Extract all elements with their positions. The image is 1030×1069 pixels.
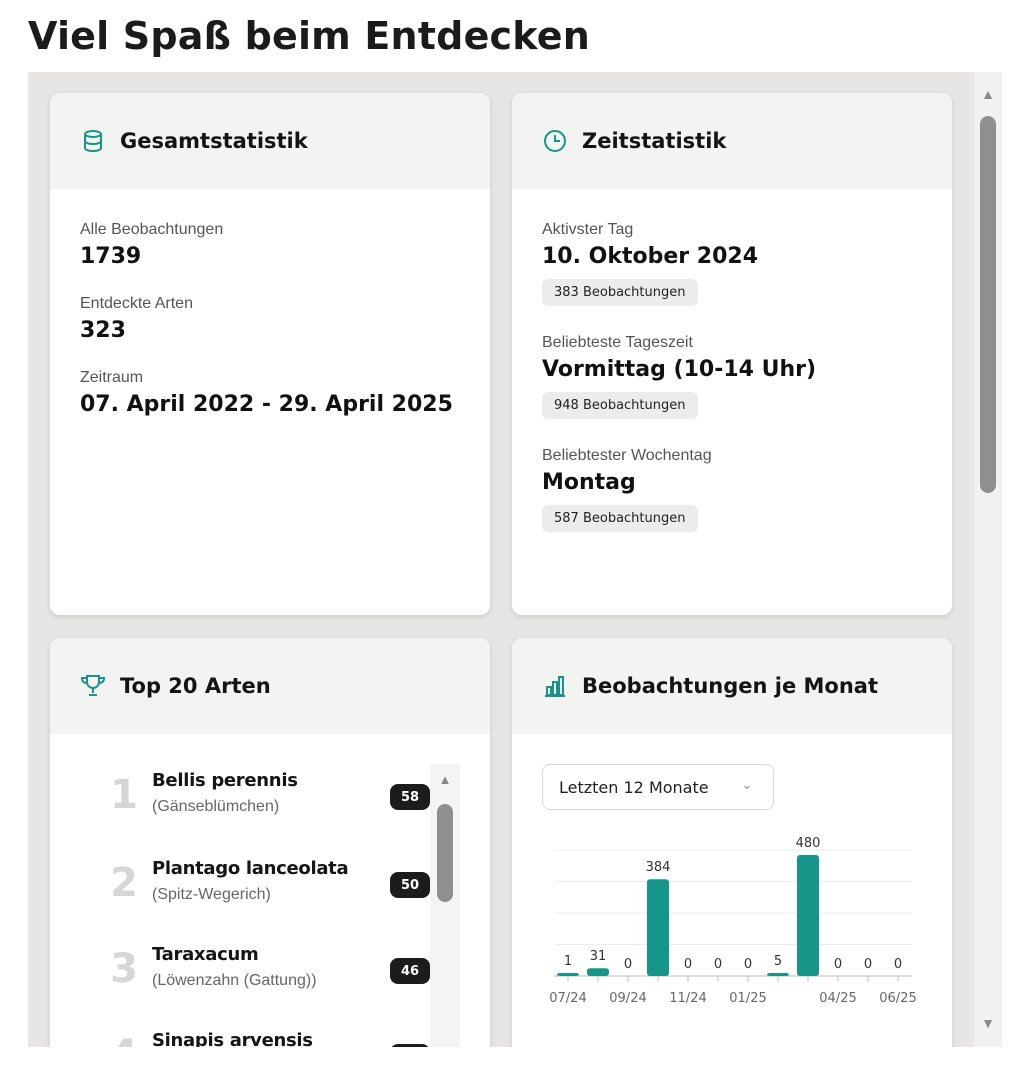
bar-07/24 — [557, 973, 579, 976]
rank-number: 2 — [110, 860, 138, 906]
species-common-name: (Löwenzahn (Gattung)) — [152, 972, 317, 989]
monthly-observations-header: Beobachtungen je Monat — [512, 638, 952, 734]
scrollbar-thumb[interactable] — [437, 804, 453, 902]
monthly-bar-chart: 1 07/24 31 0 09/24 384 0 11/24 0 0 01/25 5 480 0 04/25… — [549, 836, 916, 1006]
rank-number: 1 — [110, 772, 138, 818]
x-tick-label-01/25: 01/25 — [729, 991, 766, 1006]
scroll-down-arrow-icon[interactable]: ▼ — [974, 1013, 1002, 1033]
x-tick-label-11/24: 11/24 — [669, 991, 706, 1006]
x-tick-label-04/25: 04/25 — [819, 991, 856, 1006]
period-value: 07. April 2022 - 29. April 2025 — [80, 392, 453, 417]
trophy-icon — [80, 673, 106, 699]
species-scientific-name: Bellis perennis — [152, 770, 298, 791]
data-label-08/24: 31 — [590, 949, 607, 964]
x-tick-label-07/24: 07/24 — [549, 991, 586, 1006]
overall-stats-title: Gesamtstatistik — [120, 129, 308, 153]
period-select[interactable]: Letzten 12 Monate ⌄ — [542, 764, 774, 810]
top-species-scrollbar[interactable]: ▲ — [430, 764, 460, 1047]
data-label-07/24: 1 — [564, 954, 572, 969]
species-scientific-name: Plantago lanceolata — [152, 858, 349, 879]
data-label-09/24: 0 — [624, 957, 632, 972]
species-common-name: (Gänseblümchen) — [152, 798, 280, 815]
daytime-value: Vormittag (10-14 Uhr) — [542, 357, 817, 382]
x-tick-label-06/25: 06/25 — [879, 991, 916, 1006]
active-day-count: 383 Beobachtungen — [542, 279, 698, 306]
database-icon — [80, 128, 106, 154]
data-label-05/25: 0 — [864, 957, 872, 972]
period-select-value: Letzten 12 Monate — [559, 777, 709, 797]
bar-10/24 — [647, 879, 669, 976]
data-label-02/25: 5 — [774, 954, 782, 969]
x-tick-label-09/24: 09/24 — [609, 991, 646, 1006]
monthly-observations-title: Beobachtungen je Monat — [582, 674, 878, 698]
list-item[interactable]: 4 Sinapis arvensis — [50, 1024, 430, 1047]
bar-chart-icon — [542, 673, 568, 699]
top-species-list[interactable]: 1 Bellis perennis (Gänseblümchen) 58 2 P… — [50, 734, 490, 1047]
data-label-06/25: 0 — [894, 957, 902, 972]
list-item[interactable]: 3 Taraxacum (Löwenzahn (Gattung)) 46 — [50, 938, 430, 1024]
rank-number: 4 — [104, 1032, 144, 1047]
daytime-count: 948 Beobachtungen — [542, 392, 698, 419]
overall-stats-card: Gesamtstatistik Alle Beobachtungen 1739 … — [50, 93, 490, 615]
data-label-01/25: 0 — [744, 957, 752, 972]
top-species-header: Top 20 Arten — [50, 638, 490, 734]
overall-stats-header: Gesamtstatistik — [50, 93, 490, 189]
species-common-name: (Spitz-Wegerich) — [152, 886, 271, 903]
active-day-value: 10. Oktober 2024 — [542, 244, 759, 269]
data-label-03/25: 480 — [796, 836, 821, 851]
statistics-panel[interactable]: Gesamtstatistik Alle Beobachtungen 1739 … — [28, 72, 974, 1047]
weekday-value: Montag — [542, 470, 636, 495]
list-item[interactable]: 1 Bellis perennis (Gänseblümchen) 58 — [50, 764, 430, 850]
species-count-badge: 46 — [390, 958, 430, 984]
scroll-up-arrow-icon[interactable]: ▲ — [974, 84, 1002, 104]
species-count-badge: 50 — [390, 872, 430, 898]
chevron-down-icon: ⌄ — [741, 777, 753, 793]
clock-icon — [542, 128, 568, 154]
bar-03/25 — [797, 855, 819, 976]
rank-number: 3 — [110, 946, 138, 992]
scroll-up-arrow-icon[interactable]: ▲ — [430, 772, 460, 787]
species-scientific-name: Taraxacum — [152, 944, 259, 965]
top-species-title: Top 20 Arten — [120, 674, 271, 698]
weekday-label: Beliebtester Wochentag — [542, 447, 712, 464]
scrollbar-thumb[interactable] — [980, 116, 996, 493]
active-day-label: Aktivster Tag — [542, 221, 634, 238]
species-scientific-name: Sinapis arvensis — [152, 1030, 313, 1047]
data-label-04/25: 0 — [834, 957, 842, 972]
species-label: Entdeckte Arten — [80, 295, 193, 312]
bar-08/24 — [587, 968, 609, 976]
monthly-observations-card: Beobachtungen je Monat Letzten 12 Monate… — [512, 638, 952, 1047]
daytime-label: Beliebteste Tageszeit — [542, 334, 693, 351]
time-stats-title: Zeitstatistik — [582, 129, 727, 153]
data-label-10/24: 384 — [646, 860, 671, 875]
data-label-12/24: 0 — [714, 957, 722, 972]
weekday-count: 587 Beobachtungen — [542, 505, 698, 532]
data-label-11/24: 0 — [684, 957, 692, 972]
page-title: Viel Spaß beim Entdecken — [28, 14, 590, 58]
species-value: 323 — [80, 318, 126, 343]
time-stats-card: Zeitstatistik Aktivster Tag 10. Oktober … — [512, 93, 952, 615]
time-stats-header: Zeitstatistik — [512, 93, 952, 189]
species-count-badge: 58 — [390, 784, 430, 810]
bar-02/25 — [767, 973, 789, 976]
species-count-badge — [390, 1044, 430, 1047]
period-label: Zeitraum — [80, 369, 144, 386]
page-scrollbar[interactable]: ▲ ▼ — [974, 72, 1002, 1047]
all-observations-label: Alle Beobachtungen — [80, 221, 224, 238]
list-item[interactable]: 2 Plantago lanceolata (Spitz-Wegerich) 5… — [50, 852, 430, 938]
all-observations-value: 1739 — [80, 244, 142, 269]
top-species-card: Top 20 Arten 1 Bellis perennis (Gänseblü… — [50, 638, 490, 1047]
